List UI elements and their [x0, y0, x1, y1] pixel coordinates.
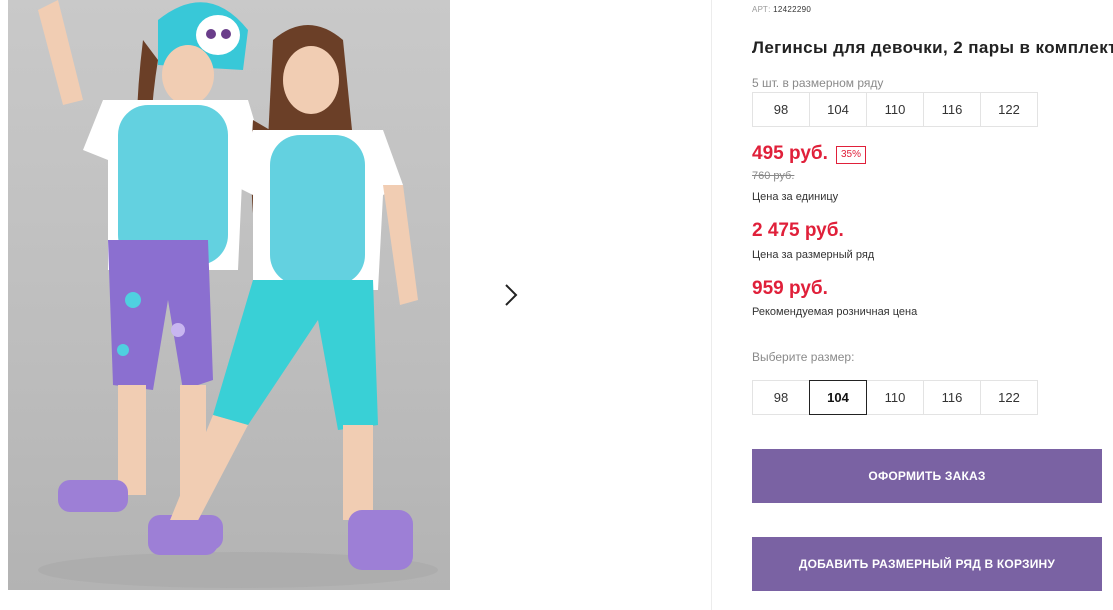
product-title: Легинсы для девочки, 2 пары в комплекте	[752, 38, 1113, 57]
size-row-item: 122	[980, 92, 1038, 127]
size-row-item: 98	[752, 92, 810, 127]
chevron-right-icon	[505, 284, 518, 306]
size-row-price-caption: Цена за размерный ряд	[752, 249, 875, 261]
size-option-122[interactable]: 122	[980, 380, 1038, 415]
size-row-list: 98 104 110 116 122	[752, 92, 1038, 127]
product-info-panel: АРТ: 12422290 Легинсы для девочки, 2 пар…	[752, 0, 1113, 610]
size-option-104[interactable]: 104	[809, 380, 867, 415]
old-price: 760 руб.	[752, 170, 795, 182]
order-button[interactable]: ОФОРМИТЬ ЗАКАЗ	[752, 449, 1102, 503]
unit-price: 495 руб.	[752, 143, 828, 164]
size-row-item: 116	[923, 92, 981, 127]
size-row-count: 5 шт. в размерном ряду	[752, 76, 884, 90]
article-label: АРТ:	[752, 5, 771, 14]
size-row-item: 104	[809, 92, 867, 127]
discount-badge: 35%	[836, 146, 867, 164]
article-value: 12422290	[773, 5, 812, 14]
size-row-item: 110	[866, 92, 924, 127]
size-picker: 98 104 110 116 122	[752, 380, 1038, 415]
product-photo[interactable]	[8, 0, 450, 590]
size-option-110[interactable]: 110	[866, 380, 924, 415]
retail-price-caption: Рекомендуемая розничная цена	[752, 306, 918, 318]
size-option-98[interactable]: 98	[752, 380, 810, 415]
product-photo-illustration	[38, 0, 438, 588]
size-option-116[interactable]: 116	[923, 380, 981, 415]
product-gallery	[0, 0, 712, 610]
size-picker-label: Выберите размер:	[752, 350, 855, 364]
retail-price: 959 руб.	[752, 278, 828, 299]
gallery-next-button[interactable]	[484, 268, 538, 322]
size-row-price: 2 475 руб.	[752, 220, 844, 241]
article-number: АРТ: 12422290	[752, 5, 811, 14]
unit-price-caption: Цена за единицу	[752, 191, 839, 203]
add-size-row-to-cart-button[interactable]: ДОБАВИТЬ РАЗМЕРНЫЙ РЯД В КОРЗИНУ	[752, 537, 1102, 591]
